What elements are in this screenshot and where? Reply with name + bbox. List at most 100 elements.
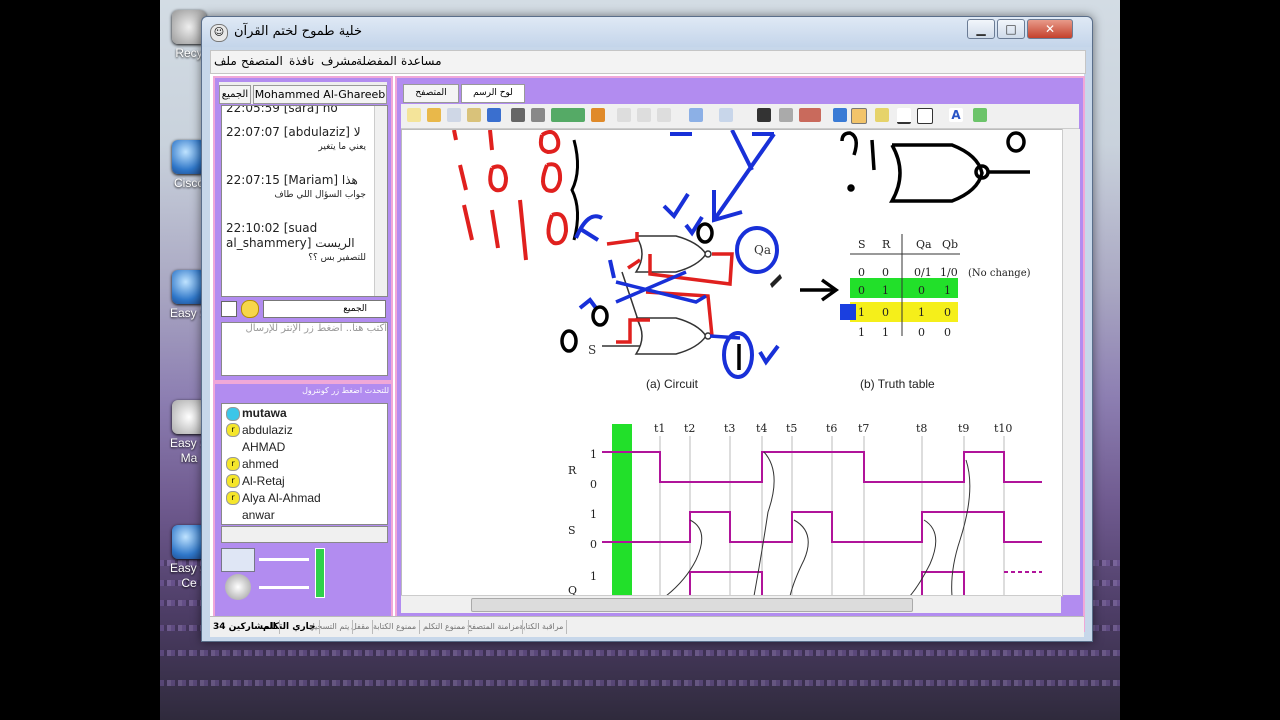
- canvas-vertical-scrollbar[interactable]: [1062, 129, 1080, 595]
- circuit-caption: (a) Circuit: [646, 377, 699, 391]
- latex-icon[interactable]: [799, 108, 821, 122]
- next-icon[interactable]: [657, 108, 671, 122]
- tt-cell: 1: [882, 326, 889, 339]
- pen-icon[interactable]: [851, 108, 867, 124]
- menu-moderator[interactable]: مشرف: [321, 54, 357, 68]
- text-tool-icon[interactable]: A: [949, 108, 963, 122]
- tt-cell: 0: [944, 326, 951, 339]
- chat-tabs: الجميع Mohammed Al-Ghareeb: [219, 82, 387, 104]
- list-item[interactable]: mutawa: [242, 406, 287, 420]
- level-1: 1: [590, 508, 597, 521]
- recipient-select[interactable]: الجميع: [263, 300, 386, 318]
- t-label: t7: [858, 422, 869, 435]
- tt-cell: 1: [918, 306, 925, 319]
- chat-scrollbar[interactable]: [374, 106, 387, 296]
- chat-message: 22:07:07 [abdulaziz] لا يعني ما يتغير: [226, 125, 366, 152]
- print-icon[interactable]: [511, 108, 525, 122]
- highlighter-icon[interactable]: [875, 108, 889, 122]
- paste-icon[interactable]: [467, 108, 481, 122]
- qa-label: Qa: [754, 243, 771, 257]
- list-item[interactable]: Alya Al-Ahmad: [242, 491, 321, 505]
- signal-s: S: [568, 524, 576, 537]
- chat-message: 22:10:02 [suad al_shammery] الريست للتصفي…: [226, 221, 366, 263]
- rectangle-icon[interactable]: [917, 108, 933, 124]
- smiley-icon[interactable]: [241, 300, 259, 318]
- tab-whiteboard[interactable]: لوح الرسم: [461, 84, 525, 103]
- grid-icon[interactable]: [779, 108, 793, 122]
- tt-cell: 0/1: [914, 266, 932, 279]
- chat-options: الجميع: [221, 299, 386, 319]
- title-bar[interactable]: ☺ خلية طموح لختم القرآن ▁ □ ✕: [202, 17, 1092, 47]
- raise-hand-icon: r: [226, 491, 240, 505]
- chat-input[interactable]: أكتب هنا.. اضغط زر الإنتر للإرسال: [221, 322, 388, 376]
- screen-share-icon[interactable]: [551, 108, 585, 122]
- chat-log[interactable]: 22:05:59 [sara] no 22:07:07 [abdulaziz] …: [221, 105, 388, 297]
- t-label: t3: [724, 422, 735, 435]
- copy-icon[interactable]: [447, 108, 461, 122]
- tab-all[interactable]: الجميع: [219, 85, 251, 104]
- list-item[interactable]: anwar: [242, 508, 275, 522]
- app-window: ☺ خلية طموح لختم القرآن ▁ □ ✕ مساعدة الم…: [201, 16, 1093, 642]
- speaker-volume-slider[interactable]: [259, 586, 309, 589]
- users-header: للتحدث اضغط زر كونترول: [302, 386, 389, 395]
- minimize-button[interactable]: ▁: [967, 19, 995, 39]
- speaker-icon[interactable]: [225, 574, 251, 600]
- audio-controls: [221, 546, 329, 626]
- redo-icon[interactable]: [719, 108, 733, 122]
- menu-browser[interactable]: المتصفح: [241, 54, 283, 68]
- list-item[interactable]: AHMAD: [242, 440, 285, 454]
- list-item[interactable]: ahmed: [242, 457, 279, 471]
- user-list[interactable]: mutawa r abdulaziz AHMAD r ahmed r Al-Re…: [221, 403, 388, 525]
- list-item[interactable]: abdulaziz: [242, 423, 293, 437]
- check-icon[interactable]: [833, 108, 847, 122]
- tt-cell: 0: [858, 284, 865, 297]
- status-no-write: ممنوع الكتابة: [370, 620, 421, 634]
- t-label: t6: [826, 422, 837, 435]
- table-caption: (b) Truth table: [860, 377, 935, 391]
- t-label: t1: [654, 422, 665, 435]
- prev-icon[interactable]: [617, 108, 631, 122]
- microphone-icon[interactable]: [221, 548, 255, 572]
- pen-cursor-icon: [770, 274, 782, 288]
- menu-window[interactable]: نافذة: [289, 54, 314, 68]
- open-icon[interactable]: [427, 108, 441, 122]
- t-label: t4: [756, 422, 767, 435]
- t-label: t8: [916, 422, 927, 435]
- camera-icon[interactable]: [531, 108, 545, 122]
- status-no-talk: ممنوع التكلم: [420, 620, 470, 634]
- raise-hand-icon: r: [226, 474, 240, 488]
- red-annotations: [452, 130, 569, 261]
- options-icon[interactable]: [221, 301, 237, 317]
- whiteboard-toolbar: A: [401, 104, 1079, 129]
- tt-header-r: R: [882, 238, 891, 251]
- close-button[interactable]: ✕: [1027, 19, 1073, 39]
- tt-note: (No change): [968, 268, 1031, 279]
- line-width-icon[interactable]: [757, 108, 771, 122]
- tab-private-mohammed[interactable]: Mohammed Al-Ghareeb: [253, 85, 387, 104]
- line-tool-icon[interactable]: [897, 108, 911, 124]
- undo-icon[interactable]: [689, 108, 703, 122]
- scroll-thumb[interactable]: [471, 598, 913, 612]
- mic-volume-slider[interactable]: [259, 558, 309, 561]
- canvas-horizontal-scrollbar[interactable]: [401, 595, 1061, 613]
- insert-icon[interactable]: [591, 108, 605, 122]
- signal-r: R: [568, 464, 577, 477]
- tab-browser[interactable]: المتصفح: [403, 84, 459, 103]
- user-list-scrollbar[interactable]: [221, 526, 388, 543]
- chat-panel: الجميع Mohammed Al-Ghareeb 22:05:59 [sar…: [213, 76, 393, 382]
- menu-help[interactable]: مساعدة: [401, 54, 442, 68]
- whiteboard-canvas[interactable]: Qa S (a) Circuit S R Qa Qb 0 0 0/1 1/0 (…: [401, 129, 1063, 597]
- maximize-button[interactable]: □: [997, 19, 1025, 39]
- tt-cell: 1/0: [940, 266, 958, 279]
- list-item[interactable]: Al-Retaj: [242, 474, 285, 488]
- app-logo-icon: ☺: [210, 24, 228, 42]
- whiteboard-drawing: Qa S (a) Circuit S R Qa Qb 0 0 0/1 1/0 (…: [452, 130, 1042, 596]
- save-icon[interactable]: [487, 108, 501, 122]
- new-icon[interactable]: [407, 108, 421, 122]
- tt-cell: 0: [944, 306, 951, 319]
- home-icon[interactable]: [637, 108, 651, 122]
- tt-cell: 1: [944, 284, 951, 297]
- menu-file[interactable]: ملف: [214, 54, 237, 68]
- menu-favorites[interactable]: المفضلة: [356, 54, 397, 68]
- eraser-icon[interactable]: [973, 108, 987, 122]
